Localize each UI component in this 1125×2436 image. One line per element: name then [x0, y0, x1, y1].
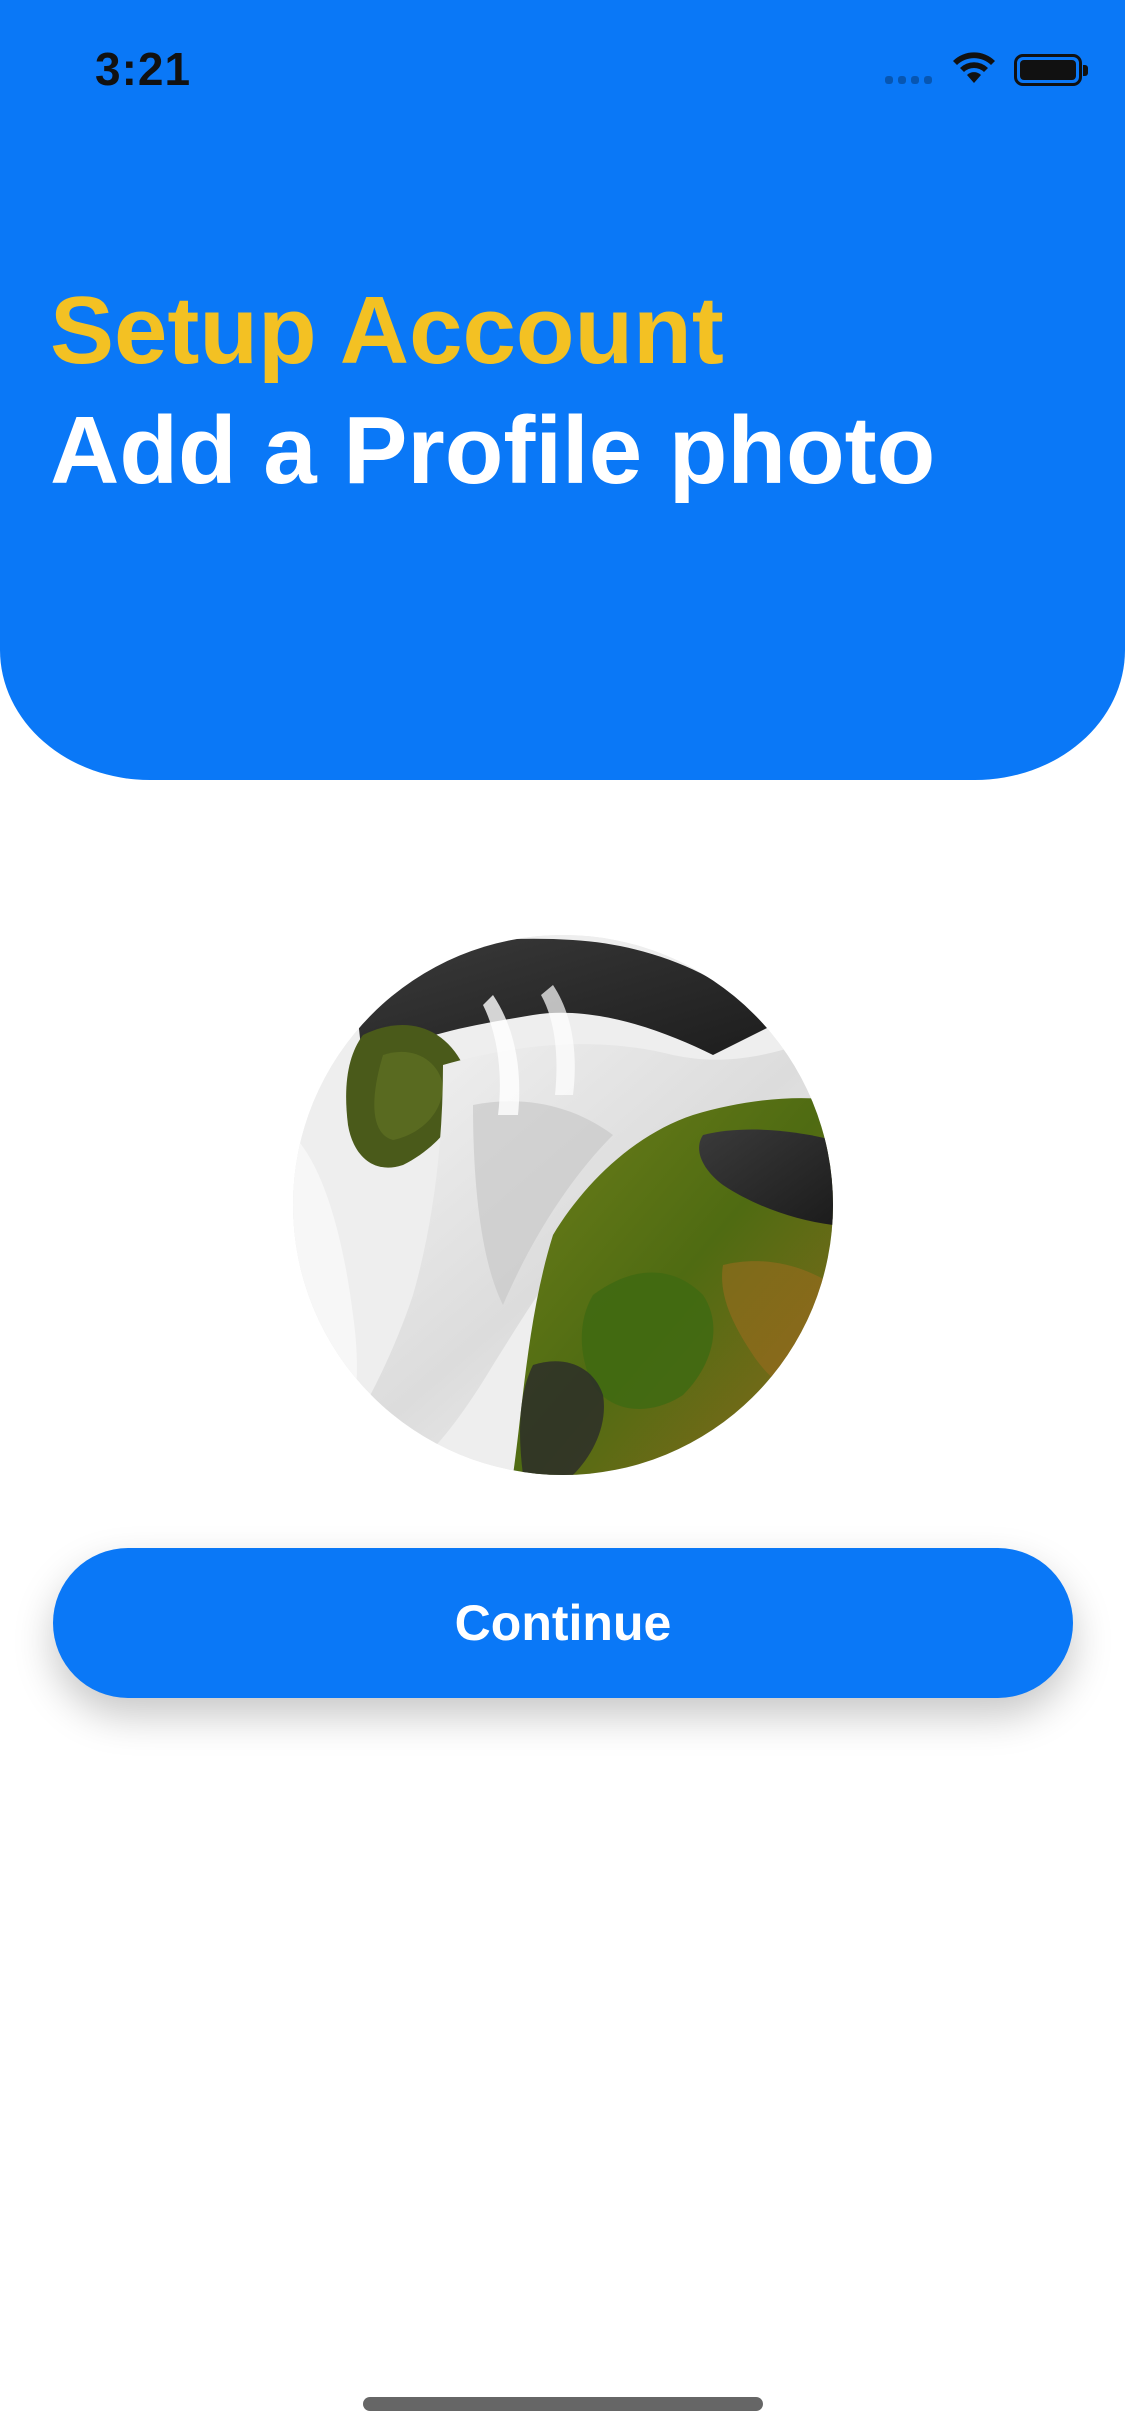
- page-title: Setup Account: [50, 277, 724, 384]
- profile-photo[interactable]: [293, 935, 833, 1475]
- home-indicator[interactable]: [363, 2397, 763, 2411]
- waterfall-photo: [293, 935, 833, 1475]
- cellular-signal-icon: [885, 56, 932, 84]
- status-icons: [885, 50, 1088, 90]
- status-bar: 3:21: [0, 0, 1125, 140]
- status-time: 3:21: [95, 43, 192, 95]
- header-banner: 3:21 Setup Account Add a Profile photo: [0, 0, 1125, 780]
- page-subtitle: Add a Profile photo: [50, 397, 936, 504]
- battery-icon: [1014, 54, 1088, 86]
- continue-button[interactable]: Continue: [53, 1548, 1073, 1698]
- wifi-icon: [952, 51, 996, 90]
